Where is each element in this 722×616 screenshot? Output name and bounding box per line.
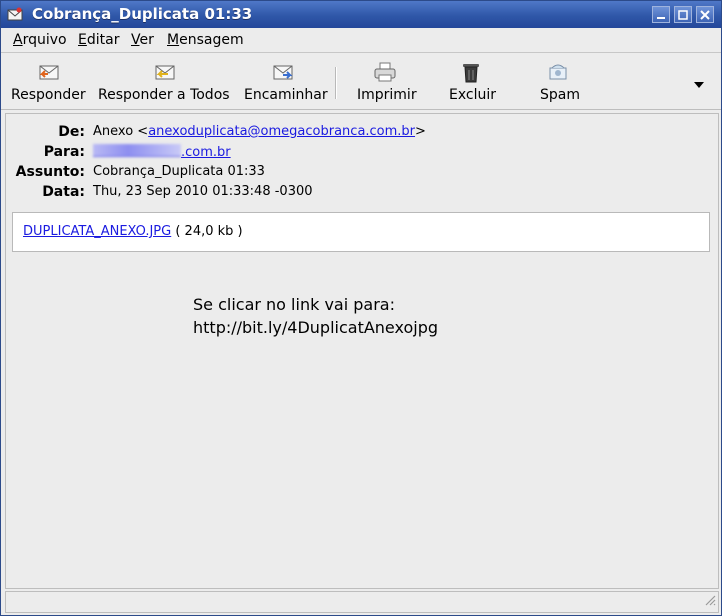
menu-editar[interactable]: Editar: [78, 32, 119, 48]
title-bar[interactable]: Cobrança_Duplicata 01:33: [1, 1, 721, 28]
spam-label: Spam: [540, 87, 580, 103]
spam-icon: [546, 61, 570, 83]
menu-mensagem[interactable]: Mensagem: [167, 32, 244, 48]
reply-icon: [37, 61, 61, 83]
menu-ver[interactable]: Ver: [131, 32, 154, 48]
menu-ver-mnemonic: V: [131, 32, 140, 48]
menu-bar: Arquivo Editar Ver Mensagem: [1, 28, 721, 53]
body-line-1: Se clicar no link vai para:: [193, 295, 395, 314]
forward-button[interactable]: Encaminhar: [241, 53, 331, 109]
from-email-link[interactable]: anexoduplicata@omegacobranca.com.br: [148, 124, 415, 139]
reply-label: Responder: [11, 87, 86, 103]
maximize-button[interactable]: [674, 6, 692, 23]
from-value: Anexo <anexoduplicata@omegacobranca.com.…: [93, 124, 426, 139]
date-value: Thu, 23 Sep 2010 01:33:48 -0300: [93, 184, 313, 199]
reply-button[interactable]: Responder: [7, 53, 93, 109]
to-label: Para:: [43, 144, 85, 160]
status-bar: [5, 591, 719, 613]
from-close: >: [415, 124, 426, 139]
menu-editar-mnemonic: E: [78, 32, 87, 48]
menu-arquivo[interactable]: Arquivo: [13, 32, 67, 48]
menu-ver-label: er: [139, 32, 154, 48]
email-window: Cobrança_Duplicata 01:33 Arquivo Editar …: [0, 0, 722, 616]
minimize-button[interactable]: [652, 6, 670, 23]
message-body: Se clicar no link vai para: http://bit.l…: [193, 293, 438, 339]
to-email-link[interactable]: .com.br: [93, 144, 231, 160]
message-view: De: Anexo <anexoduplicata@omegacobranca.…: [5, 113, 719, 589]
attachment-link[interactable]: DUPLICATA_ANEXO.JPG: [23, 224, 171, 239]
attachment-bar: DUPLICATA_ANEXO.JPG ( 24,0 kb ): [12, 212, 710, 252]
header-to-row: Para:: [6, 144, 85, 164]
toolbar-overflow-arrow-icon[interactable]: [694, 77, 704, 92]
header-from-row: De:: [6, 124, 85, 144]
resize-grip-icon[interactable]: [704, 594, 716, 610]
forward-icon: [271, 61, 295, 83]
toolbar-separator: [335, 67, 337, 99]
to-value: .com.br: [93, 144, 231, 160]
subject-label: Assunto:: [15, 164, 85, 180]
menu-mensagem-mnemonic: M: [167, 32, 180, 48]
attachment-size: ( 24,0 kb ): [171, 224, 243, 239]
menu-arquivo-label: rquivo: [22, 32, 67, 48]
mail-app-icon[interactable]: [7, 7, 23, 21]
forward-label: Encaminhar: [244, 87, 328, 103]
header-subject-row: Assunto:: [6, 164, 85, 184]
reply-all-icon: [153, 61, 177, 83]
delete-label: Excluir: [449, 87, 496, 103]
close-button[interactable]: [696, 6, 714, 23]
reply-all-label: Responder a Todos: [98, 87, 230, 103]
from-name: Anexo <: [93, 124, 149, 139]
print-button[interactable]: Imprimir: [351, 53, 419, 109]
toolbar: Responder Responder a Todos Encaminhar I…: [1, 53, 721, 110]
printer-icon: [373, 61, 397, 83]
menu-editar-label: ditar: [86, 32, 120, 48]
reply-all-button[interactable]: Responder a Todos: [95, 53, 239, 109]
attachment-item: DUPLICATA_ANEXO.JPG ( 24,0 kb ): [23, 224, 243, 239]
spam-button[interactable]: Spam: [527, 53, 589, 109]
trash-icon: [459, 61, 483, 83]
header-date-row: Data:: [6, 184, 85, 204]
subject-value: Cobrança_Duplicata 01:33: [93, 164, 265, 179]
window-title: Cobrança_Duplicata 01:33: [32, 5, 253, 23]
menu-arquivo-mnemonic: A: [13, 32, 23, 48]
from-label: De:: [58, 124, 85, 140]
redacted-email: [93, 144, 181, 157]
menu-mensagem-label: ensagem: [179, 32, 244, 48]
to-email-suffix: .com.br: [181, 145, 231, 160]
delete-button[interactable]: Excluir: [441, 53, 501, 109]
body-line-2: http://bit.ly/4DuplicatAnexojpg: [193, 318, 439, 337]
print-label: Imprimir: [357, 87, 417, 103]
date-label: Data:: [42, 184, 85, 200]
